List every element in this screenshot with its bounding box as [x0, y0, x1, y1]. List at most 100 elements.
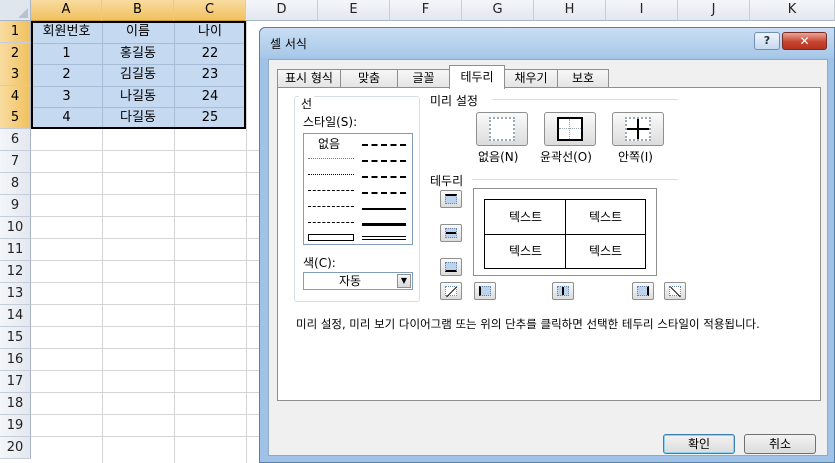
row-header-15[interactable]: 15: [0, 327, 31, 349]
line-style-thick[interactable]: [362, 223, 406, 226]
chevron-down-icon[interactable]: ▼: [397, 274, 411, 288]
border-preview[interactable]: 텍스트 텍스트 텍스트 텍스트: [473, 188, 657, 276]
cell-c5[interactable]: 25: [174, 107, 246, 128]
preset-inside-button[interactable]: [612, 112, 664, 146]
row-header-4[interactable]: 4: [0, 86, 31, 108]
cell-c2[interactable]: 22: [174, 43, 246, 64]
line-style-dashed[interactable]: [308, 222, 354, 223]
tab-border[interactable]: 테두리: [449, 65, 505, 89]
border-diagonal-up-button[interactable]: [440, 282, 462, 300]
line-style-dash-dot-dot[interactable]: [308, 190, 354, 191]
border-left-button[interactable]: [474, 282, 496, 300]
row-header-11[interactable]: 11: [0, 239, 31, 261]
cell-a1[interactable]: 회원번호: [31, 21, 102, 42]
line-style-thin-selected[interactable]: [308, 234, 354, 241]
cell-c1[interactable]: 나이: [174, 21, 246, 42]
line-style-dash-dot[interactable]: [308, 206, 354, 207]
style-label: 스타일(S):: [303, 115, 358, 129]
line-style-list[interactable]: 없음: [303, 133, 413, 245]
tab-alignment[interactable]: 맞춤: [340, 69, 398, 88]
select-all-corner[interactable]: [0, 0, 31, 21]
column-header-f[interactable]: F: [390, 0, 462, 21]
column-header-k[interactable]: K: [750, 0, 835, 21]
border-right-icon: [637, 286, 649, 296]
tab-protection[interactable]: 보호: [557, 69, 609, 88]
row-header-7[interactable]: 7: [0, 151, 31, 173]
cancel-button[interactable]: 취소: [744, 434, 816, 454]
ok-button[interactable]: 확인: [663, 434, 735, 454]
border-diagonal-down-button[interactable]: [664, 282, 686, 300]
dialog-titlebar[interactable]: 셀 서식 ? ✕: [260, 28, 834, 58]
diagonal-down-icon: [669, 286, 681, 298]
line-color-select[interactable]: 자동 ▼: [303, 272, 413, 290]
border-inside-vertical-button[interactable]: [552, 282, 574, 300]
line-style-medium-dash-dot[interactable]: [362, 176, 406, 178]
row-header-13[interactable]: 13: [0, 283, 31, 305]
border-top-button[interactable]: [440, 190, 462, 208]
row-header-6[interactable]: 6: [0, 129, 31, 151]
cell-b3[interactable]: 김길동: [102, 64, 174, 85]
column-header-e[interactable]: E: [318, 0, 390, 21]
line-style-slant-dash-dot[interactable]: [362, 160, 406, 162]
row-header-8[interactable]: 8: [0, 173, 31, 195]
column-header-i[interactable]: I: [606, 0, 678, 21]
cell-a5[interactable]: 4: [31, 107, 102, 128]
column-header-b[interactable]: B: [102, 0, 174, 21]
row-header-2[interactable]: 2: [0, 43, 31, 65]
line-style-none[interactable]: 없음: [318, 135, 340, 152]
line-style-medium-dash-dot-dot[interactable]: [362, 144, 406, 146]
cell-b5[interactable]: 다길동: [102, 107, 174, 128]
cell-a3[interactable]: 2: [31, 64, 102, 85]
row-header-16[interactable]: 16: [0, 349, 31, 371]
row-header-19[interactable]: 19: [0, 415, 31, 437]
row-header-5[interactable]: 5: [0, 107, 31, 129]
border-inside-horizontal-icon: [445, 228, 457, 238]
preset-outline-button[interactable]: [544, 112, 596, 146]
tab-font[interactable]: 글꼴: [397, 69, 450, 88]
row-header-9[interactable]: 9: [0, 195, 31, 217]
row-header-20[interactable]: 20: [0, 437, 31, 459]
preset-outline-label: 윤곽선(O): [540, 150, 592, 164]
column-header-j[interactable]: J: [678, 0, 750, 21]
cell-b2[interactable]: 홍길동: [102, 43, 174, 64]
preview-table[interactable]: 텍스트 텍스트 텍스트 텍스트: [484, 199, 646, 269]
cell-a2[interactable]: 1: [31, 43, 102, 64]
column-header-a[interactable]: A: [31, 0, 102, 21]
row-header-3[interactable]: 3: [0, 64, 31, 86]
cell-c4[interactable]: 24: [174, 86, 246, 107]
line-style-dotted[interactable]: [308, 174, 354, 175]
close-button[interactable]: ✕: [782, 32, 827, 50]
row-header-17[interactable]: 17: [0, 371, 31, 393]
line-style-medium[interactable]: [362, 208, 406, 210]
column-header-d[interactable]: D: [246, 0, 318, 21]
line-style-double[interactable]: [362, 236, 406, 240]
preset-none-icon: [489, 117, 515, 141]
border-right-button[interactable]: [632, 282, 654, 300]
column-header-h[interactable]: H: [534, 0, 606, 21]
cell-a4[interactable]: 3: [31, 86, 102, 107]
cell-c3[interactable]: 23: [174, 64, 246, 85]
presets-divider: [492, 99, 678, 100]
line-style-medium-dashed[interactable]: [362, 192, 406, 194]
cell-b4[interactable]: 나길동: [102, 86, 174, 107]
help-button[interactable]: ?: [754, 32, 780, 50]
border-bottom-icon: [445, 262, 457, 272]
tab-fill[interactable]: 채우기: [504, 69, 558, 88]
border-inside-vertical-icon: [557, 286, 569, 296]
line-style-hair[interactable]: [308, 158, 354, 159]
row-header-18[interactable]: 18: [0, 393, 31, 415]
preset-inside-icon: [625, 117, 651, 141]
cell-b1[interactable]: 이름: [102, 21, 174, 42]
row-header-10[interactable]: 10: [0, 217, 31, 239]
preview-cell: 텍스트: [588, 244, 623, 258]
column-header-g[interactable]: G: [462, 0, 534, 21]
line-color-value: 자동: [338, 274, 362, 288]
preset-none-button[interactable]: [476, 112, 528, 146]
border-bottom-button[interactable]: [440, 258, 462, 276]
row-header-12[interactable]: 12: [0, 261, 31, 283]
row-header-14[interactable]: 14: [0, 305, 31, 327]
tab-number-format[interactable]: 표시 형식: [277, 69, 341, 88]
border-inside-horizontal-button[interactable]: [440, 224, 462, 242]
row-header-1[interactable]: 1: [0, 21, 31, 43]
column-header-c[interactable]: C: [174, 0, 246, 21]
